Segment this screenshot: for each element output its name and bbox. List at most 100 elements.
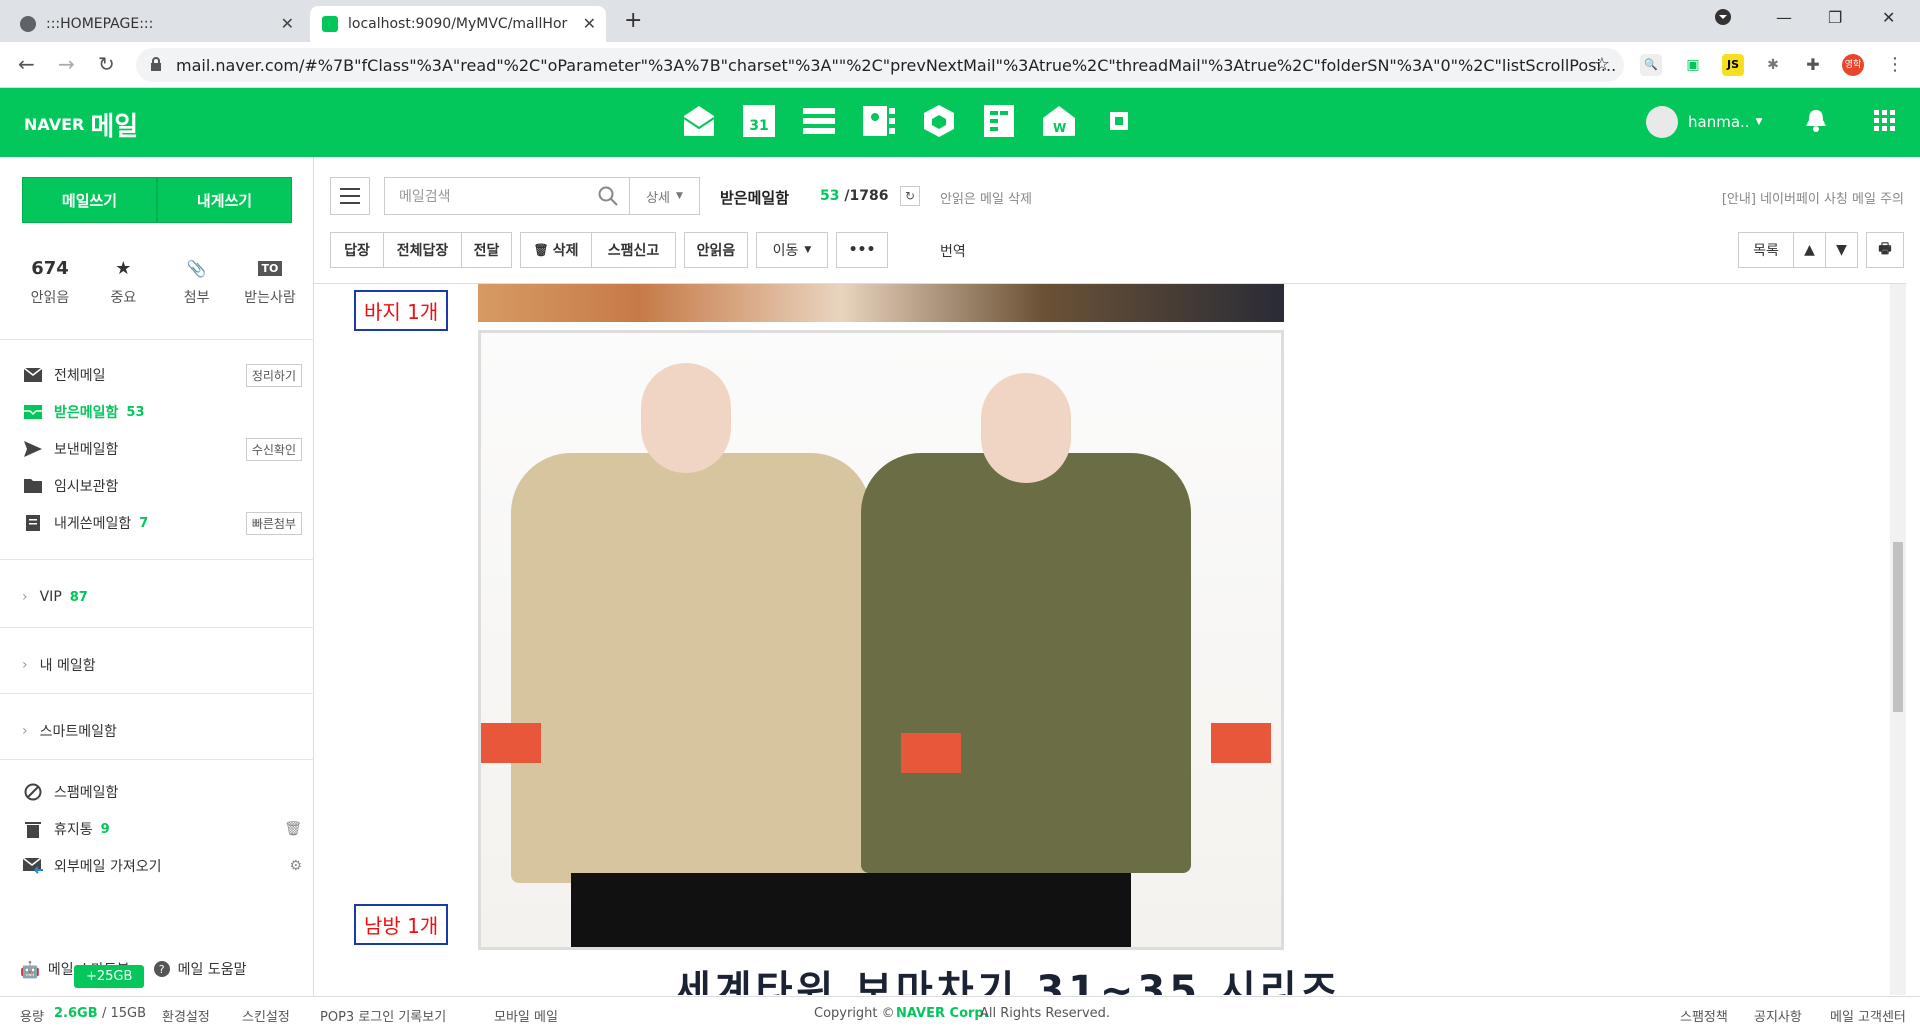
- search-input[interactable]: 메일검색: [384, 177, 630, 215]
- quick-important[interactable]: ★ 중요: [93, 255, 153, 307]
- skin-settings-link[interactable]: 스킨설정: [242, 1006, 290, 1025]
- settings-link[interactable]: 환경설정: [162, 1006, 210, 1025]
- mobile-mail-link[interactable]: 모바일 메일: [494, 1006, 558, 1025]
- naver-mail-logo[interactable]: NAVER 메일: [24, 106, 138, 143]
- copyright-pre: Copyright ©: [814, 1006, 895, 1021]
- works-app-icon[interactable]: W: [1040, 102, 1078, 140]
- chevron-down-icon: ▼: [804, 245, 812, 255]
- profile-dropdown-icon[interactable]: [1714, 8, 1732, 30]
- scrollbar[interactable]: [1890, 284, 1906, 995]
- quick-attachment[interactable]: 📎 첨부: [167, 255, 227, 307]
- report-spam-button[interactable]: 스팸신고: [592, 232, 676, 268]
- mark-unread-button[interactable]: 안읽음: [684, 232, 748, 268]
- print-icon[interactable]: 🖶: [1866, 232, 1904, 268]
- more-app-icon[interactable]: [1100, 102, 1138, 140]
- extension-search-icon[interactable]: 🔍: [1640, 54, 1662, 76]
- move-dropdown[interactable]: 이동 ▼: [756, 232, 828, 268]
- url-field[interactable]: mail.naver.com/#%7B"fClass"%3A"read"%2C"…: [136, 48, 1624, 82]
- forward-button[interactable]: 전달: [462, 232, 512, 268]
- reply-button[interactable]: 답장: [330, 232, 384, 268]
- notice-board-link[interactable]: 공지사항: [1754, 1006, 1802, 1025]
- mail-app-icon[interactable]: [680, 102, 718, 140]
- maximize-icon[interactable]: ❐: [1828, 8, 1842, 27]
- write-to-self-button[interactable]: 내게쓰기: [157, 177, 292, 223]
- avatar: [1646, 106, 1678, 138]
- translate-link[interactable]: 번역: [940, 241, 966, 261]
- bell-icon[interactable]: [1806, 110, 1826, 136]
- inbox-icon: [22, 403, 44, 421]
- group-my-mailbox[interactable]: › 내 메일함: [22, 655, 96, 675]
- folder-sent[interactable]: 보낸메일함 수신확인: [22, 436, 302, 462]
- customer-center-link[interactable]: 메일 고객센터: [1830, 1006, 1906, 1025]
- pop3-log-link[interactable]: POP3 로그인 기록보기: [320, 1006, 446, 1025]
- calendar-app-icon[interactable]: 31: [740, 102, 778, 140]
- folder-drafts[interactable]: 임시보관함: [22, 473, 302, 499]
- group-vip[interactable]: › VIP 87: [22, 589, 88, 605]
- delete-button[interactable]: 🗑 삭제: [520, 232, 592, 268]
- search-icon[interactable]: [598, 186, 618, 210]
- black-pants: [571, 873, 1131, 947]
- write-mail-button[interactable]: 메일쓰기: [22, 177, 157, 223]
- close-window-icon[interactable]: ✕: [1882, 8, 1895, 27]
- next-mail-icon[interactable]: ▼: [1826, 232, 1858, 268]
- help-icon: ?: [153, 961, 170, 977]
- extension-js-icon[interactable]: JS: [1722, 54, 1744, 76]
- spam-policy-link[interactable]: 스팸정책: [1680, 1006, 1728, 1025]
- folder-inbox[interactable]: 받은메일함 53: [22, 399, 302, 425]
- user-menu[interactable]: hanma.. ▼: [1646, 106, 1762, 138]
- notice-link[interactable]: [안내] 네이버페이 사칭 메일 주의: [1722, 188, 1904, 207]
- group-label: 내 메일함: [39, 658, 96, 674]
- folder-to-self[interactable]: 내게쓴메일함 7 빠른첨부: [22, 510, 302, 536]
- folder-all[interactable]: 전체메일 정리하기: [22, 362, 302, 388]
- forward-icon[interactable]: →: [58, 52, 75, 76]
- extensions-puzzle-icon[interactable]: ✚: [1802, 54, 1824, 76]
- browser-tab-active[interactable]: localhost:9090/MyMVC/mallHor ✕: [310, 6, 606, 42]
- delete-unread-link[interactable]: 안읽은 메일 삭제: [940, 188, 1032, 207]
- contacts-app-icon[interactable]: [860, 102, 898, 140]
- list-button[interactable]: 목록: [1738, 232, 1794, 268]
- chevron-right-icon: ›: [22, 589, 28, 605]
- list-app-icon[interactable]: [800, 102, 838, 140]
- close-tab-icon[interactable]: ✕: [583, 14, 596, 33]
- browser-menu-icon[interactable]: ⋮: [1884, 54, 1906, 76]
- reload-icon[interactable]: ↻: [98, 52, 115, 76]
- organize-button[interactable]: 정리하기: [245, 363, 302, 387]
- grid-menu-icon[interactable]: [1874, 110, 1896, 136]
- extension-bug-icon[interactable]: ✱: [1762, 54, 1784, 76]
- detail-search-dropdown[interactable]: 상세 ▼: [630, 177, 700, 215]
- prev-mail-icon[interactable]: ▲: [1794, 232, 1826, 268]
- mybox-app-icon[interactable]: [920, 102, 958, 140]
- help-link[interactable]: 메일 도움말: [178, 959, 247, 979]
- url-text: mail.naver.com/#%7B"fClass"%3A"read"%2C"…: [176, 55, 1617, 75]
- group-smart-mailbox[interactable]: › 스마트메일함: [22, 721, 117, 741]
- settings-gear-icon[interactable]: ⚙: [289, 858, 302, 874]
- empty-trash-icon[interactable]: 🗑: [284, 821, 302, 837]
- memo-app-icon[interactable]: [980, 102, 1018, 140]
- back-icon[interactable]: ←: [18, 52, 35, 76]
- reply-all-button[interactable]: 전체답장: [384, 232, 462, 268]
- group-label: 스마트메일함: [39, 724, 117, 740]
- quick-attach-button[interactable]: 빠른첨부: [245, 511, 302, 535]
- more-options-button[interactable]: •••: [836, 232, 888, 268]
- folder-spam[interactable]: 스팸메일함: [22, 779, 302, 805]
- profile-avatar[interactable]: 영학: [1842, 54, 1864, 76]
- naver-mail-favicon-icon: [322, 16, 338, 32]
- quick-unread[interactable]: 674 안읽음: [20, 255, 80, 307]
- detail-label: 상세: [646, 190, 670, 206]
- refresh-icon[interactable]: ↻: [900, 186, 920, 206]
- browser-tab-homepage[interactable]: :::HOMEPAGE::: ✕: [8, 6, 304, 42]
- copyright-corp[interactable]: NAVER Corp.: [896, 1006, 989, 1021]
- folder-trash[interactable]: 휴지통 9 🗑: [22, 816, 302, 842]
- quick-to-me[interactable]: TO 받는사람: [240, 255, 300, 307]
- bookmark-star-icon[interactable]: ☆: [1594, 54, 1610, 75]
- read-receipt-button[interactable]: 수신확인: [245, 437, 302, 461]
- close-tab-icon[interactable]: ✕: [281, 14, 294, 33]
- hamburger-menu-icon[interactable]: [330, 177, 370, 215]
- extension-screen-icon[interactable]: ▣: [1682, 54, 1704, 76]
- storage-upgrade-badge[interactable]: +25GB: [74, 965, 145, 988]
- scrollbar-thumb[interactable]: [1893, 542, 1903, 712]
- logo-mail: 메일: [90, 112, 139, 142]
- folder-external[interactable]: 외부메일 가져오기 ⚙: [22, 853, 302, 879]
- new-tab-icon[interactable]: +: [624, 8, 642, 33]
- minimize-icon[interactable]: —: [1776, 8, 1792, 27]
